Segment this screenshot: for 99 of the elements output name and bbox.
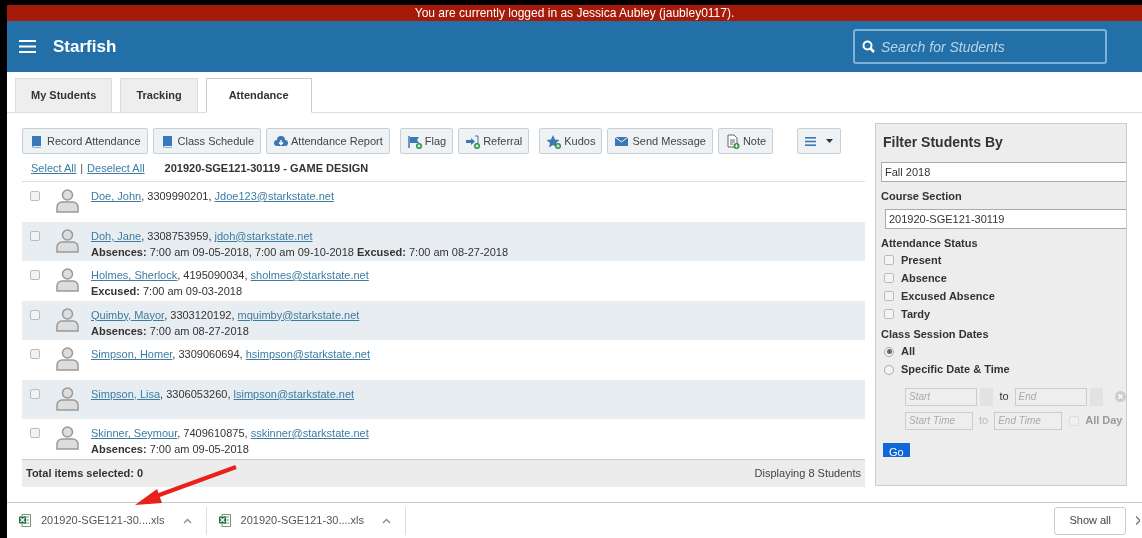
student-count: Displaying 8 Students [754,465,861,481]
status-checkbox[interactable] [884,309,894,319]
checkbox-label: All Day [1085,413,1123,429]
avatar-icon [55,346,80,371]
radio-label: Specific Date & Time [901,362,1010,378]
caret-icon[interactable] [382,517,392,524]
caret-icon [826,139,833,143]
lines-icon [805,136,816,146]
file-name: 201920-SGE121-30....xls [41,513,165,529]
menu-icon[interactable] [19,40,36,53]
deselect-all-link[interactable]: Deselect All [87,160,145,177]
email-link[interactable]: sholmes@starkstate.net [250,269,369,281]
spreadsheet-icon [218,514,231,527]
student-name-link[interactable]: Simpson, Homer [91,348,173,360]
field-label: Attendance Status [881,235,979,251]
row-checkbox[interactable] [30,349,40,359]
student-name-link[interactable]: Skinner, Seymour [91,427,178,439]
app-title: Starfish [53,35,117,58]
attendance-details: Absences: 7:00 am 09-05-2018 [91,442,250,457]
toolbar-button[interactable]: Record Attendance [22,128,148,154]
checkbox-label: Absence [901,270,947,286]
row-checkbox[interactable] [30,270,40,280]
file-name: 201920-SGE121-30....xls [240,513,365,529]
student-info: Doe, John, 3309990201, Jdoe123@starkstate.net [91,189,334,204]
email-link[interactable]: sskinner@starkstate.net [250,427,369,439]
avatar-icon [55,267,80,292]
row-checkbox[interactable] [30,230,40,241]
tab[interactable]: Attendance [205,78,312,113]
book-icon [29,133,44,149]
student-info: Simpson, Lisa, 3306053260, lsimpson@starkstate.net [91,386,355,402]
student-info: Simpson, Homer, 3309060694, hsimpson@starkstate.net [91,347,370,362]
flag-icon [406,133,422,149]
status-checkbox[interactable] [884,291,894,301]
field-label: Class Session Dates [881,327,990,342]
download-item[interactable]: 201920-SGE121-30....xls [206,506,407,535]
toolbar-button[interactable]: Flag [399,128,454,154]
document-icon [724,133,740,149]
star-icon [546,133,562,149]
login-banner: You are currently logged in as Jessica Aubley (jaubley0117). [7,5,1142,21]
clear-icon[interactable] [1115,391,1126,402]
go-button[interactable]: Go [883,442,910,457]
toolbar-button[interactable]: Attendance Report [266,128,390,154]
row-checkbox[interactable] [30,309,40,320]
row-checkbox[interactable] [30,191,40,201]
student-info: Holmes, Sherlock, 4195090034, sholmes@starkstate.net [91,268,369,283]
attendance-details: Absences: 7:00 am 08-27-2018 [91,323,250,339]
toolbar-button[interactable]: Send Message [607,128,713,154]
email-link[interactable]: Jdoe123@starkstate.net [214,190,334,202]
arrow-in-icon [465,133,481,149]
toolbar-button[interactable]: Referral [458,128,530,154]
tab[interactable]: My Students [15,78,113,113]
student-name-link[interactable]: Doh, Jane [91,229,142,242]
email-link[interactable]: mquimby@starkstate.net [237,308,360,321]
status-checkbox[interactable] [884,273,894,283]
student-info: Skinner, Seymour, 7409610875, sskinner@starkstate.net [91,426,369,441]
show-all-button[interactable]: Show all [1054,506,1126,535]
row-checkbox[interactable] [30,388,40,399]
panel-title: Filter Students By [883,133,1004,152]
avatar-icon [55,227,80,253]
close-icon[interactable] [1136,516,1140,525]
radio-label: All [901,344,916,360]
attendance-details: Excused: 7:00 am 09-03-2018 [91,284,244,299]
range-separator: to [999,389,1009,405]
radio-button[interactable] [884,364,894,375]
checkbox-label: Tardy [901,306,931,322]
checkbox-label: Excused Absence [901,288,995,304]
link-separator: | [80,161,84,177]
cloud-download-icon [273,133,288,149]
selected-count: Total items selected: 0 [26,465,144,481]
select-field[interactable]: 201920-SGE121-30119 [885,208,1126,229]
student-name-link[interactable]: Quimby, Mayor [91,308,165,321]
caret-icon[interactable] [182,517,192,524]
toolbar-button[interactable]: Note [717,128,774,154]
select-all-link[interactable]: Select All [31,160,77,177]
row-checkbox[interactable] [30,428,40,438]
toolbar-button[interactable]: Class Schedule [152,128,261,154]
course-title: 201920-SGE121-30119 - GAME DESIGN [164,161,369,177]
search-field[interactable]: Search for Students [853,29,1107,64]
avatar-icon [55,385,80,411]
radio-button[interactable] [884,346,894,357]
checkbox-label: Present [901,252,942,268]
field-label: Course Section [881,189,963,204]
email-link[interactable]: lsimpson@starkstate.net [233,387,355,400]
student-info: Doh, Jane, 3308753959, jdoh@starkstate.net [91,228,314,244]
email-link[interactable]: hsimpson@starkstate.net [245,348,370,360]
avatar-icon [55,306,80,332]
search-icon [862,40,875,53]
status-checkbox[interactable] [884,255,894,265]
menu-dropdown-button[interactable] [797,128,841,154]
email-link[interactable]: jdoh@starkstate.net [214,229,313,242]
student-info: Quimby, Mayor, 3303120192, mquimby@starkstate.net [91,307,360,323]
avatar-icon [55,425,80,450]
avatar-icon [55,188,80,213]
download-item[interactable]: 201920-SGE121-30....xls [7,506,207,535]
attendance-details: Absences: 7:00 am 09-05-2018, 7:00 am 09-10-2018 Excused: 7:00 am 08-27-2018 [91,244,509,260]
spreadsheet-icon [19,514,31,527]
select-field[interactable]: Fall 2018 [881,162,1126,182]
toolbar-button[interactable]: Kudos [539,128,603,154]
tab[interactable]: Tracking [120,78,198,113]
